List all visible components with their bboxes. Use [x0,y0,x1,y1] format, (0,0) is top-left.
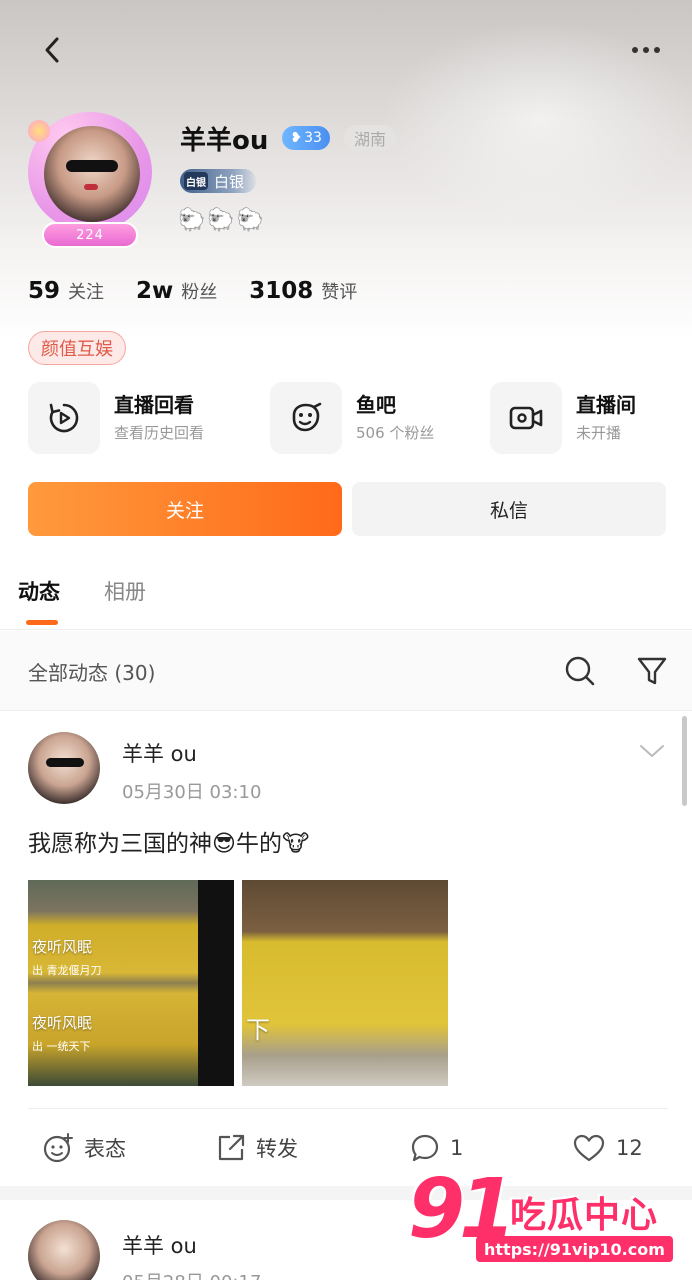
filter-button[interactable] [634,653,670,689]
rank-icon: 白银 [184,172,208,190]
share-label: 转发 [256,1137,298,1161]
post-menu-button[interactable] [636,738,668,764]
stat-following[interactable]: 59 关注 [28,278,104,304]
dot-icon [643,47,649,53]
react-button[interactable]: 表态 [42,1130,126,1166]
shortcut-title: 直播回看 [114,393,194,417]
watermark-title: 吃瓜中心 [510,1195,659,1236]
post-image[interactable]: 夜听风眠 出 青龙偃月刀 夜听风眠 出 一统天下 [28,880,234,1086]
chevron-left-icon [45,37,59,63]
watermark-url: https://91vip10.com [476,1236,673,1262]
feed-post: 羊羊 ou 05月30日 03:10 我愿称为三国的神😎牛的🐮 夜听风眠 出 青… [0,712,692,1186]
shortcut-live-replay[interactable]: 直播回看 查看历史回看 [28,382,204,454]
live-room-icon [490,382,562,454]
image-subcaption: 出 青龙偃月刀 [32,964,102,977]
divider [28,1108,668,1109]
like-count: 12 [616,1136,643,1160]
post-text: 我愿称为三国的神😎牛的🐮 [28,831,310,857]
wing-icon: ❥ [290,130,303,146]
tab-posts[interactable]: 动态 [18,576,60,625]
comment-count: 1 [450,1136,464,1160]
share-button[interactable]: 转发 [216,1130,298,1166]
stat-value: 59 [28,278,61,304]
sheep-icons: 🐑🐑🐑 [178,208,267,233]
stat-label: 关注 [68,282,105,303]
rank-row: 白银 白银 [180,168,257,194]
stat-fans[interactable]: 2w 粉丝 [136,278,217,304]
post-image[interactable]: 下 [242,880,448,1086]
replay-icon [28,382,100,454]
message-button[interactable]: 私信 [352,482,666,536]
stat-value: 3108 [249,278,314,304]
post-author-name[interactable]: 羊羊 ou [122,1230,197,1260]
shortcut-live-room[interactable]: 直播间 未开播 [490,382,636,454]
post-timestamp: 05月30日 03:10 [122,782,262,803]
stats-row: 59 关注 2w 粉丝 3108 赞评 [28,278,389,308]
dot-icon [654,47,660,53]
shortcut-title: 鱼吧 [356,393,396,417]
lollipop-icon [28,120,50,142]
shortcut-subtitle: 506 个粉丝 [356,424,435,442]
feed-count-label[interactable]: 全部动态 (30) [28,657,155,686]
stat-likes[interactable]: 3108 赞评 [249,278,357,304]
image-caption: 下 [246,1016,270,1044]
profile-avatar[interactable]: 224 [20,112,160,252]
shortcut-title: 直播间 [576,393,636,417]
avatar-level-badge: 224 [42,222,138,248]
comment-icon [411,1134,439,1162]
fan-level-value: 33 [304,130,322,146]
tab-album[interactable]: 相册 [104,576,146,606]
rank-label: 白银 [214,172,245,191]
username: 羊羊ou [180,125,269,156]
scrollbar[interactable] [682,716,687,806]
shortcut-fish-bar[interactable]: 鱼吧 506 个粉丝 [270,382,434,454]
shortcut-subtitle: 查看历史回看 [114,424,205,442]
search-button[interactable] [562,653,598,689]
content-tabs: 动态 相册 [0,566,692,630]
emoji-add-icon [43,1133,73,1163]
image-caption: 夜听风眠 [32,1014,93,1032]
search-icon [565,656,595,686]
filter-icon [637,657,667,685]
category-tag[interactable]: 颜值互娱 [28,331,126,365]
image-subcaption: 出 一统天下 [32,1040,91,1053]
stat-label: 赞评 [321,282,358,303]
stat-value: 2w [136,278,174,304]
feed-filter-bar: 全部动态 (30) [0,631,692,711]
stat-label: 粉丝 [181,282,218,303]
image-caption: 夜听风眠 [32,938,93,956]
chevron-down-icon [640,745,664,757]
more-options-button[interactable] [626,32,666,68]
top-bar [0,30,692,70]
dot-icon [632,47,638,53]
heart-icon [573,1134,605,1162]
post-author-name[interactable]: 羊羊 ou [122,738,197,768]
shortcut-subtitle: 未开播 [576,424,622,442]
fan-level-badge[interactable]: ❥ 33 [282,126,330,150]
post-timestamp: 05月28日 00:17 [122,1268,261,1280]
react-label: 表态 [84,1137,126,1161]
back-button[interactable] [34,32,70,68]
share-icon [218,1134,245,1161]
post-author-avatar[interactable] [28,1220,100,1280]
rank-badge[interactable]: 白银 白银 [180,169,257,193]
fish-bar-icon [270,382,342,454]
avatar-image [44,126,140,222]
site-watermark: 91 吃瓜中心 https://91vip10.com [402,1160,692,1270]
name-row: 羊羊ou ❥ 33 湖南 [180,120,396,156]
follow-button[interactable]: 关注 [28,482,342,536]
post-author-avatar[interactable] [28,732,100,804]
region-tag: 湖南 [343,125,396,151]
